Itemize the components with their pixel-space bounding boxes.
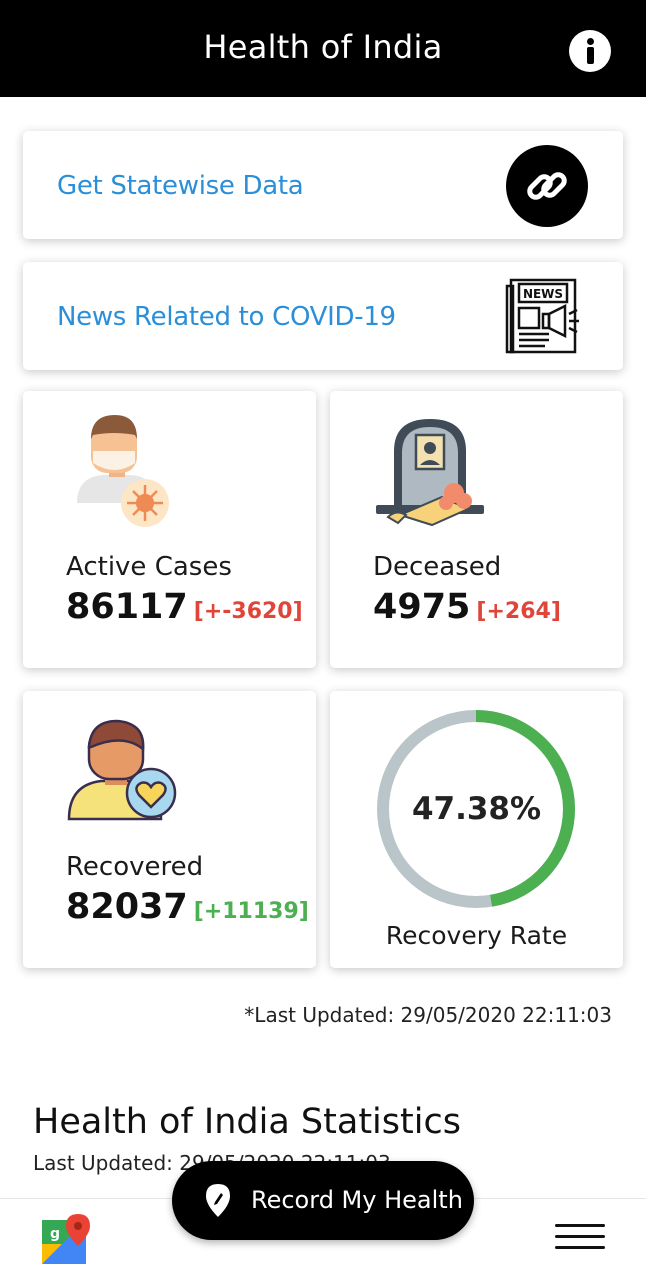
- recovery-rate-card[interactable]: 47.38% Recovery Rate: [330, 691, 623, 968]
- statewise-data-label: Get Statewise Data: [57, 171, 304, 201]
- masked-person-icon: [73, 411, 173, 531]
- recovered-card[interactable]: Recovered 82037 [+11139]: [23, 691, 316, 968]
- recovered-value: 82037: [66, 887, 188, 927]
- recovery-rate-label: Recovery Rate: [385, 921, 568, 950]
- record-my-health-button[interactable]: Record My Health: [172, 1161, 474, 1240]
- deceased-value-row: 4975 [+264]: [373, 587, 561, 627]
- recovered-person-icon: [67, 719, 179, 823]
- deceased-delta: [+264]: [476, 599, 561, 624]
- record-my-health-label: Record My Health: [251, 1186, 463, 1214]
- statewise-data-card[interactable]: Get Statewise Data: [23, 131, 623, 239]
- active-cases-label: Active Cases: [66, 552, 232, 582]
- recovered-value-row: 82037 [+11139]: [66, 887, 309, 927]
- last-updated-text: *Last Updated: 29/05/2020 22:11:03: [244, 1003, 612, 1027]
- gravestone-icon: [372, 413, 492, 529]
- hamburger-menu-icon[interactable]: [555, 1222, 605, 1250]
- active-cases-card[interactable]: Active Cases 86117 [+-3620]: [23, 391, 316, 668]
- app-title: Health of India: [203, 28, 443, 66]
- active-cases-delta: [+-3620]: [193, 599, 303, 624]
- active-cases-value-row: 86117 [+-3620]: [66, 587, 303, 627]
- recovered-delta: [+11139]: [193, 899, 309, 924]
- app-bar: Health of India: [0, 0, 646, 97]
- recovered-label: Recovered: [66, 852, 204, 882]
- deceased-label: Deceased: [373, 552, 502, 582]
- info-icon[interactable]: [569, 30, 611, 72]
- deceased-value: 4975: [373, 587, 471, 627]
- recovery-rate-value: 47.38%: [411, 791, 542, 827]
- news-card[interactable]: News Related to COVID-19 NEWS: [23, 262, 623, 370]
- active-cases-value: 86117: [66, 587, 188, 627]
- google-maps-icon[interactable]: g: [40, 1214, 92, 1266]
- link-icon: [506, 145, 588, 227]
- statistics-title: Health of India Statistics: [33, 1102, 461, 1142]
- svg-text:NEWS: NEWS: [523, 287, 563, 301]
- newspaper-icon: NEWS: [505, 274, 589, 358]
- deceased-card[interactable]: Deceased 4975 [+264]: [330, 391, 623, 668]
- svg-text:g: g: [50, 1226, 60, 1242]
- news-label: News Related to COVID-19: [57, 302, 396, 332]
- location-pin-icon: [202, 1183, 234, 1219]
